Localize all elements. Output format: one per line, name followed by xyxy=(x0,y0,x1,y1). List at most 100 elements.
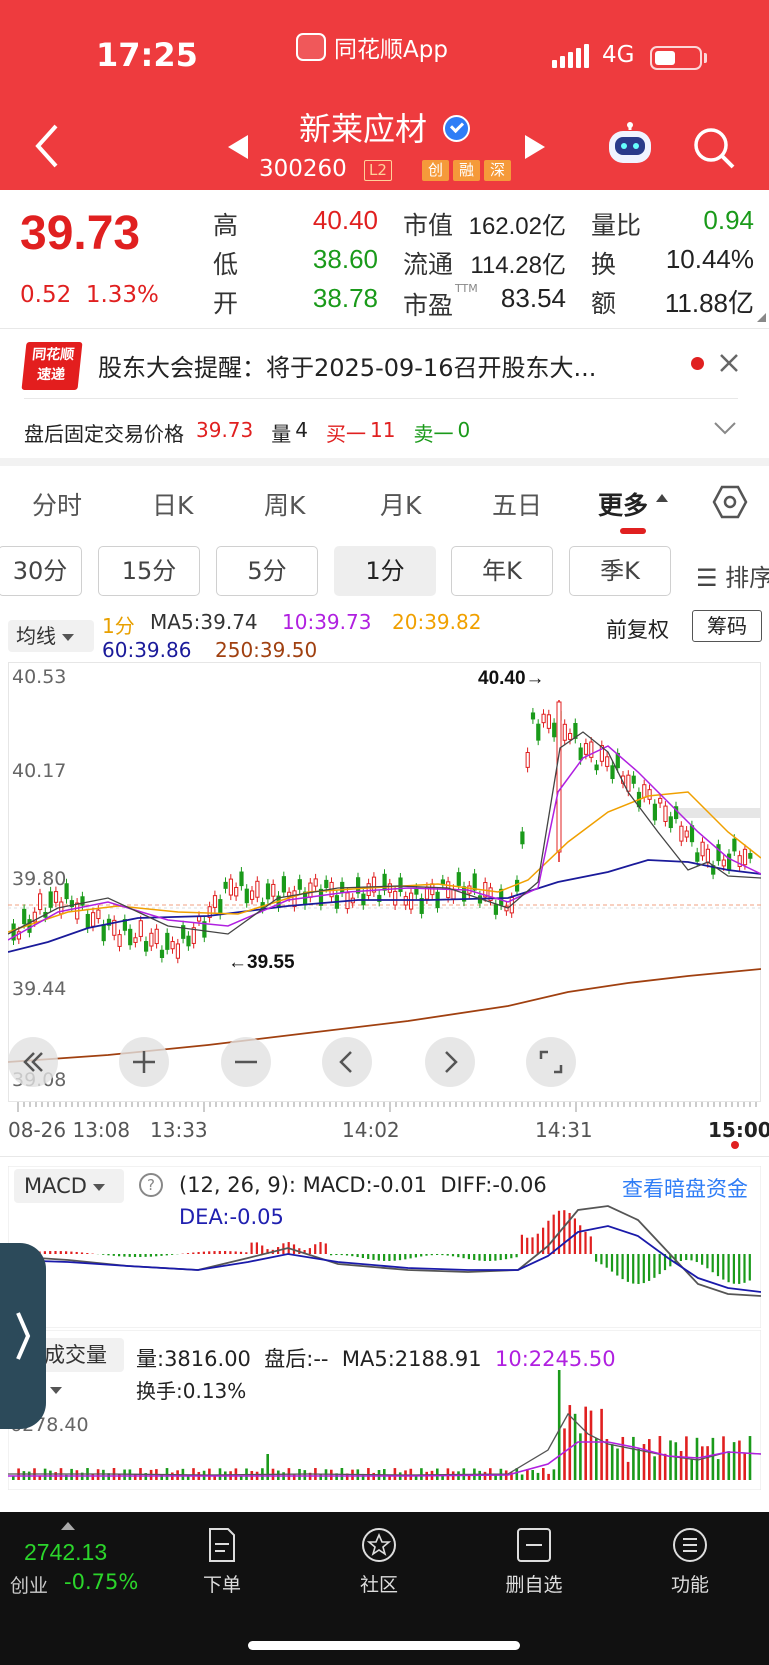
macd-bar xyxy=(441,1254,444,1256)
side-drawer-tab[interactable] xyxy=(0,1243,46,1429)
home-indicator xyxy=(248,1641,520,1650)
notice-text[interactable]: 股东大会提醒：将于2025-09-16召开股东大... xyxy=(98,348,596,383)
nav-remove-watchlist[interactable]: 删自选 xyxy=(494,1526,574,1597)
chevron-left-icon[interactable] xyxy=(322,1037,372,1087)
candle xyxy=(207,901,212,923)
period-15min[interactable]: 15分 xyxy=(98,546,200,596)
volume-bar xyxy=(626,1461,630,1480)
chevron-right-icon[interactable] xyxy=(425,1037,475,1087)
zoom-out-icon[interactable] xyxy=(221,1037,271,1087)
volume-bar xyxy=(218,1468,222,1480)
value-market-cap: 162.02亿 xyxy=(468,213,566,240)
volume-bar xyxy=(536,1472,540,1480)
volume-bar xyxy=(637,1448,640,1480)
candle xyxy=(144,936,149,957)
chip-button[interactable]: 筹码 xyxy=(692,610,762,642)
candle xyxy=(218,894,223,920)
candle xyxy=(170,936,175,954)
macd-bar xyxy=(473,1254,476,1260)
robot-assistant-icon[interactable] xyxy=(606,122,654,166)
ma-selector[interactable]: 均线 xyxy=(8,620,94,652)
search-icon[interactable] xyxy=(692,126,736,170)
nav-order[interactable]: 下单 xyxy=(182,1526,262,1597)
period-5min[interactable]: 5分 xyxy=(216,546,318,596)
macd-bar xyxy=(610,1254,614,1272)
ma10-line xyxy=(8,745,761,941)
macd-bar xyxy=(520,1234,523,1254)
period-1min[interactable]: 1分 xyxy=(334,546,436,596)
macd-bar xyxy=(658,1254,661,1275)
macd-bar xyxy=(133,1254,137,1257)
label-volume-ratio: 量比 xyxy=(591,211,642,240)
value-pe: 83.54 xyxy=(500,283,566,313)
volume-bar xyxy=(722,1436,725,1480)
ma5-line xyxy=(8,731,761,935)
macd-bar xyxy=(679,1254,682,1262)
candle-spike xyxy=(556,700,562,862)
adjust-mode[interactable]: 前复权 xyxy=(606,614,669,644)
divider xyxy=(24,398,738,399)
macd-bar xyxy=(308,1248,311,1254)
nav-functions[interactable]: 功能 xyxy=(650,1526,730,1597)
candle xyxy=(674,801,679,824)
macd-bar xyxy=(144,1254,147,1257)
period-season-k[interactable]: 季K xyxy=(569,546,671,596)
candle xyxy=(371,872,377,898)
label-turnover: 换 xyxy=(591,250,617,279)
period-30min[interactable]: 30分 xyxy=(0,546,82,596)
value-turnover: 10.44% xyxy=(665,244,754,274)
after-hours-row[interactable]: 盘后固定交易价格 39.73 量 4 买一 11 卖一 0 xyxy=(24,418,470,447)
volume-bar xyxy=(695,1437,699,1480)
macd-bar xyxy=(70,1251,73,1254)
tab-five-day[interactable]: 五日 xyxy=(492,486,542,522)
candle xyxy=(165,928,170,955)
tab-weekly-k[interactable]: 周K xyxy=(264,486,305,522)
candle xyxy=(175,938,181,964)
fullscreen-icon[interactable] xyxy=(526,1037,576,1087)
prev-stock-icon[interactable] xyxy=(228,135,248,159)
tab-more[interactable]: 更多 xyxy=(598,486,648,522)
candle xyxy=(250,885,255,905)
tab-monthly-k[interactable]: 月K xyxy=(380,486,421,522)
candle xyxy=(599,740,604,767)
nav-community[interactable]: 社区 xyxy=(339,1526,419,1597)
index-value[interactable]: 2742.13 xyxy=(24,1539,107,1566)
macd-bar xyxy=(112,1254,115,1256)
macd-bar xyxy=(319,1242,322,1254)
x-tick-3: 14:02 xyxy=(342,1118,400,1142)
candle xyxy=(631,771,636,789)
live-dot xyxy=(731,1141,739,1149)
macd-bar xyxy=(732,1254,735,1284)
candle xyxy=(356,872,361,899)
macd-bar xyxy=(245,1252,248,1254)
close-icon[interactable] xyxy=(716,350,742,376)
next-stock-icon[interactable] xyxy=(525,135,545,159)
settings-hexagon-icon[interactable] xyxy=(712,484,748,520)
index-expand-icon[interactable] xyxy=(61,1522,75,1530)
candle xyxy=(281,871,286,897)
macd-bar xyxy=(748,1254,751,1281)
tab-daily-k[interactable]: 日K xyxy=(152,486,193,522)
volume-bar xyxy=(520,1474,524,1480)
macd-bar xyxy=(648,1254,651,1281)
index-change: -0.75% xyxy=(64,1570,139,1594)
kline-chart[interactable]: 40.40→ ←39.55 xyxy=(8,662,761,1102)
zoom-in-icon[interactable] xyxy=(119,1037,169,1087)
chevron-down-icon[interactable] xyxy=(712,418,738,438)
volume-bar xyxy=(595,1438,598,1480)
candle xyxy=(133,932,138,948)
candle xyxy=(255,876,260,903)
macd-bar xyxy=(356,1254,359,1258)
expand-quote-icon[interactable] xyxy=(757,313,766,322)
period-year-k[interactable]: 年K xyxy=(451,546,553,596)
y-tick-4: 39.44 xyxy=(12,978,67,1000)
back-arrow-icon[interactable] xyxy=(30,122,64,170)
macd-bar xyxy=(75,1251,78,1254)
unread-dot xyxy=(691,357,704,370)
macd-bar xyxy=(436,1254,439,1256)
zoom-out-max-icon[interactable] xyxy=(8,1037,58,1087)
candle xyxy=(552,718,557,742)
tab-intraday[interactable]: 分时 xyxy=(32,486,82,522)
volume-bars xyxy=(12,1370,752,1480)
sort-button[interactable]: ☰ 排序 xyxy=(696,558,769,593)
